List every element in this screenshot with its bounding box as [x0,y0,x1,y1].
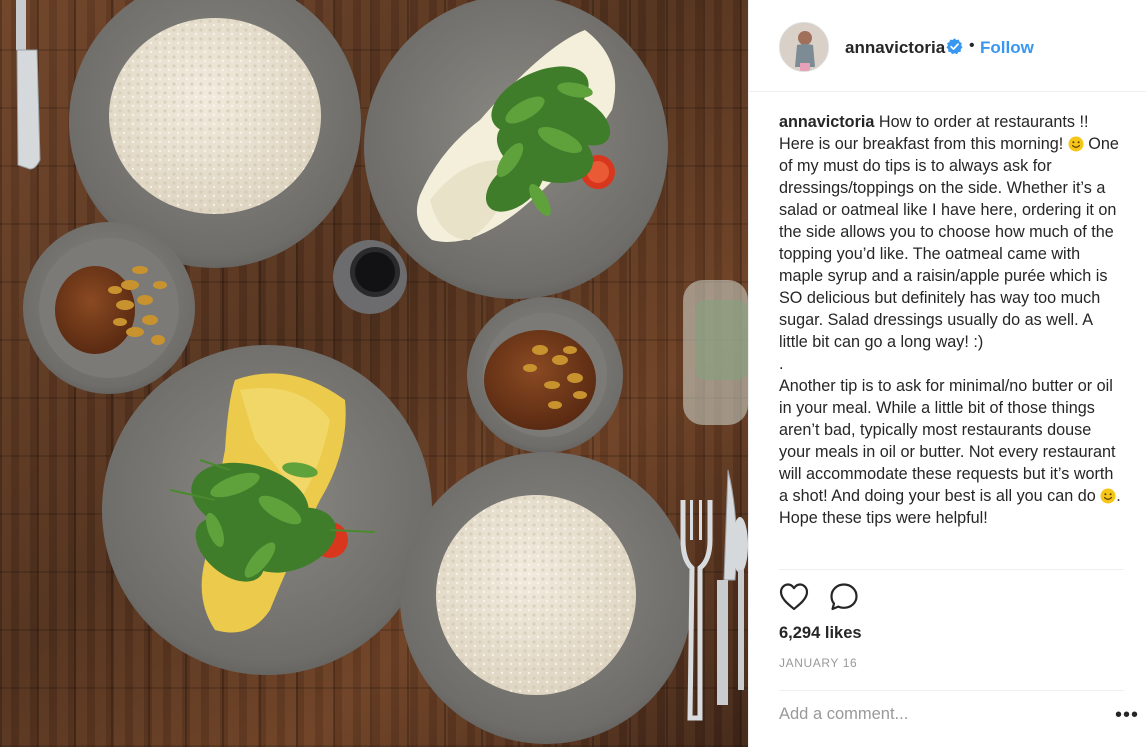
verified-badge-icon [946,38,963,55]
avatar[interactable] [779,22,829,72]
knife-top-left [16,0,41,170]
header-separator: • [969,37,975,54]
caption-paragraph-2: Another tip is to ask for minimal/no but… [779,375,1124,529]
post-photo[interactable] [0,0,748,747]
post-side-panel: annavictoria • Follow annavictoria How t… [748,0,1146,747]
omelette-plate-bottom [102,345,432,675]
oatmeal-plate-bottom [400,452,692,744]
post-date[interactable]: JANUARY 16 [779,656,857,670]
omelette-plate-top [364,0,668,299]
caption-scroll-area[interactable]: annavictoria How to order at restaurants… [779,111,1124,568]
comment-bubble-icon[interactable] [829,582,859,612]
knife-right [717,469,737,705]
caption-username[interactable]: annavictoria [779,113,874,131]
caption-paragraph-1: annavictoria How to order at restaurants… [779,111,1124,353]
water-glass [683,280,748,425]
caption-text-body: One of my must do tips is to always ask … [779,135,1119,351]
header-username[interactable]: annavictoria [845,38,945,58]
add-comment-input[interactable] [779,702,1099,726]
post-header: annavictoria • Follow [749,0,1146,92]
jam-bowl-right [467,297,623,453]
follow-button[interactable]: Follow [980,38,1034,58]
likes-count[interactable]: 6,294 likes [779,624,862,643]
smiley-emoji-icon [1068,136,1084,152]
syrup-jug [333,240,407,314]
spoon [732,517,748,690]
more-options-button[interactable]: ••• [1115,704,1139,727]
heart-icon[interactable] [779,583,809,611]
caption-dot-line: . [779,355,784,373]
comment-box-divider [779,690,1124,691]
jam-bowl-left [23,222,195,394]
smiley-emoji-icon [1100,488,1116,504]
avatar-image [780,23,828,71]
caption-divider [779,569,1124,570]
breakfast-photo-illustration [16,0,748,744]
caption-text-tip: Another tip is to ask for minimal/no but… [779,377,1116,505]
